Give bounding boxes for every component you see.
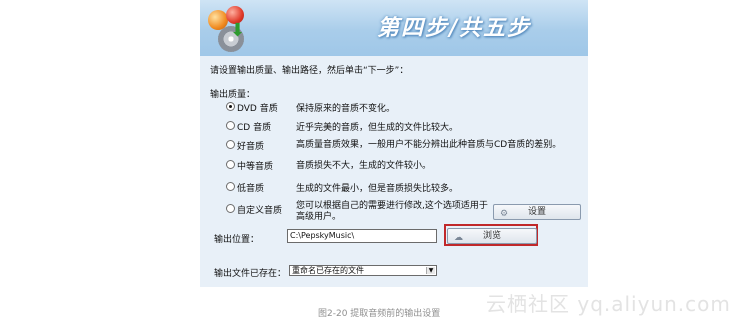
radio-custom[interactable] xyxy=(226,204,235,213)
file-exists-select[interactable]: 重命名已存在的文件 ▼ xyxy=(289,265,437,276)
option-desc-good: 高质量音质效果，一般用户不能分辨出此种音质与CD音质的差别。 xyxy=(296,140,562,150)
option-label-dvd: DVD 音质 xyxy=(237,104,278,114)
watermark: 云栖社区 yq.aliyun.com xyxy=(486,292,731,316)
chevron-down-icon[interactable]: ▼ xyxy=(426,267,435,274)
wizard-dialog: ⬇ 第四步/共五步 请设置输出质量、输出路径，然后单击“下一步”： 输出质量： … xyxy=(200,0,588,287)
option-label-cd: CD 音质 xyxy=(237,123,272,133)
quality-label: 输出质量： xyxy=(210,90,256,100)
option-label-good: 好音质 xyxy=(237,142,265,152)
option-desc-cd: 近乎完美的音质，但生成的文件比较大。 xyxy=(296,123,459,133)
settings-button[interactable]: ⚙ 设置 xyxy=(493,204,581,220)
browse-button[interactable]: ☁ 浏览 xyxy=(447,228,537,244)
option-label-low: 低音质 xyxy=(237,184,265,194)
instruction-text: 请设置输出质量、输出路径，然后单击“下一步”： xyxy=(210,66,409,76)
radio-low[interactable] xyxy=(226,182,235,191)
step-title: 第四步/共五步 xyxy=(376,15,532,41)
option-desc-custom: 您可以根据自己的需要进行修改,这个选项适用于高级用户。 xyxy=(296,201,488,222)
figure-caption: 图2-20 提取音频前的输出设置 xyxy=(318,309,441,319)
option-desc-low: 生成的文件最小，但是音质损失比较多。 xyxy=(296,184,459,194)
radio-medium[interactable] xyxy=(226,160,235,169)
folder-icon: ☁ xyxy=(454,233,463,243)
option-desc-medium: 音质损失不大，生成的文件较小。 xyxy=(296,161,432,171)
option-desc-dvd: 保持原来的音质不变化。 xyxy=(296,104,396,114)
radio-dvd[interactable] xyxy=(226,102,235,111)
audio-extract-logo-icon: ⬇ xyxy=(202,2,254,54)
file-exists-value: 重命名已存在的文件 xyxy=(292,266,364,275)
wizard-header: ⬇ 第四步/共五步 xyxy=(200,0,588,56)
browse-button-label: 浏览 xyxy=(482,231,501,241)
settings-button-label: 设置 xyxy=(527,207,546,217)
settings-icon: ⚙ xyxy=(500,209,509,219)
radio-good[interactable] xyxy=(226,140,235,149)
option-label-medium: 中等音质 xyxy=(237,162,274,172)
output-path-input[interactable]: C:\PepskyMusic\ xyxy=(287,229,437,243)
option-label-custom: 自定义音质 xyxy=(237,206,283,216)
output-location-label: 输出位置： xyxy=(214,235,260,245)
radio-cd[interactable] xyxy=(226,121,235,130)
file-exists-label: 输出文件已存在： xyxy=(214,269,287,279)
